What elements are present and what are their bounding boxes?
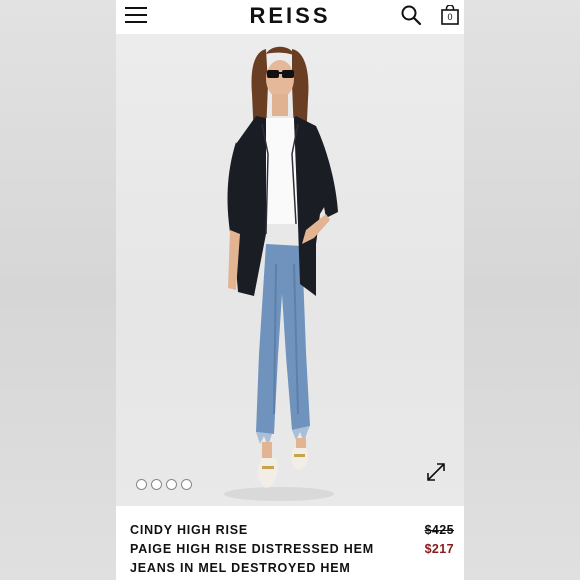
original-price: $425	[424, 523, 454, 537]
shopping-bag-icon[interactable]: 0	[441, 5, 459, 25]
carousel-dots	[136, 477, 196, 490]
carousel-dot-3[interactable]	[166, 479, 177, 490]
header-bar: REISS 0	[116, 0, 464, 34]
carousel-dot-4[interactable]	[181, 479, 192, 490]
carousel-dot-1[interactable]	[136, 479, 147, 490]
search-icon[interactable]	[400, 4, 422, 26]
carousel-dot-2[interactable]	[151, 479, 162, 490]
bag-count-badge: 0	[447, 12, 453, 22]
product-image[interactable]	[116, 34, 464, 506]
sale-price: $217	[424, 542, 454, 556]
product-info: CINDY HIGH RISE PAIGE HIGH RISE DISTRESS…	[116, 506, 464, 580]
backdrop-left	[0, 0, 116, 580]
mobile-screen: REISS 0 CINDY HIGH RISE PAIGE HIGH RISE …	[116, 0, 464, 580]
model-photo	[224, 46, 338, 501]
expand-diagonal-icon[interactable]	[425, 461, 447, 483]
product-name-line-1: CINDY HIGH RISE	[130, 523, 249, 537]
product-name-line-2: PAIGE HIGH RISE DISTRESSED HEM	[130, 542, 374, 556]
product-name-line-3: JEANS IN MEL DESTROYED HEM	[130, 561, 351, 575]
backdrop-right	[464, 0, 580, 580]
